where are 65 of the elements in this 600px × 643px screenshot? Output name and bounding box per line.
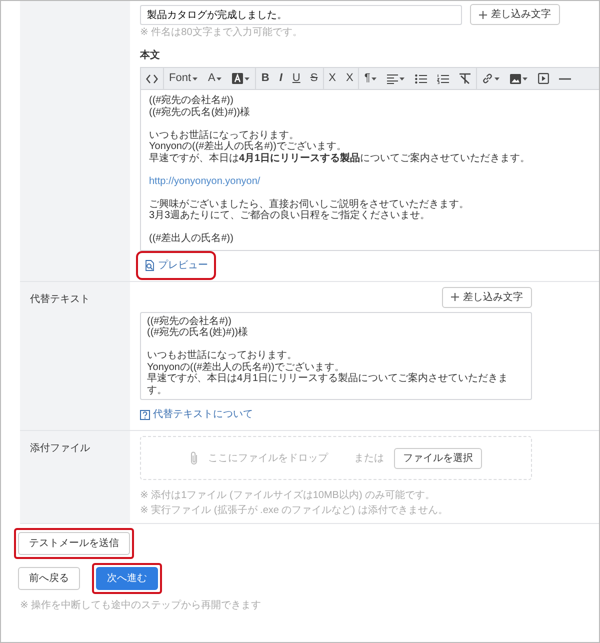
image-icon [510, 74, 522, 84]
field-label: 代替テキスト [20, 282, 130, 430]
toolbar-button[interactable]: X [324, 68, 342, 89]
caret-icon [216, 76, 222, 80]
plus-icon [479, 10, 487, 18]
url-link[interactable]: http://yonyonyon.yonyon/ [149, 176, 260, 186]
clear-format-icon [459, 73, 472, 84]
paperclip-icon [190, 451, 198, 465]
insert-text-button[interactable]: 差し込み文字 [470, 4, 560, 25]
body-text-line: いつもお世話になっております。 [149, 130, 300, 140]
resume-hint: ※ 操作を中断しても途中のステップから再開できます [20, 598, 262, 613]
align-icon [387, 74, 398, 84]
link-icon [482, 73, 494, 84]
alt-text-line: ((#宛先の氏名(姓)#))様 [147, 327, 250, 338]
toolbar-button[interactable]: U [287, 68, 306, 89]
help-icon [140, 410, 150, 420]
toolbar-button[interactable]: Font [164, 68, 204, 89]
caret-icon [399, 76, 406, 80]
body-text-line: ご興味がございましたら、直接お伺いしご説明をさせていただきます。 [149, 198, 470, 210]
caret-icon [244, 76, 250, 80]
numbered-list-icon [437, 74, 450, 84]
caret-icon [371, 76, 378, 80]
or-text: または [354, 452, 384, 466]
alt-text-field[interactable]: ((#宛先の会社名#)) ((#宛先の氏名(姓)#))様 いつもお世話になっております。 Yonyonの((#差出人の氏名#))でございます。 早速ですが、本日は4月1日にリリースする製品についてご案内させていただきます。 [140, 312, 532, 400]
send-test-email-button[interactable]: テストメールを送信 [18, 532, 130, 555]
insert-text-button[interactable]: 差し込み文字 [442, 286, 532, 308]
body-text-line: Yonyonの((#差出人の氏名#))でございます。 [149, 141, 348, 152]
toolbar-button[interactable]: B [256, 68, 274, 89]
video-icon [538, 73, 550, 84]
drop-hint: ここにファイルをドロップ [208, 452, 328, 466]
subject-field[interactable]: 製品カタログが完成しました。 [140, 4, 462, 24]
bullet-list-icon [415, 74, 428, 84]
plus-icon [451, 293, 459, 301]
attachment-note: ※ 添付は1ファイル (ファイルサイズは10MB以内) のみ可能です。 [140, 488, 436, 503]
alt-text-line: ((#宛先の会社名#)) [147, 316, 232, 326]
next-button[interactable]: 次へ進む [96, 567, 158, 590]
preview-icon [144, 260, 155, 270]
help-link[interactable]: 代替テキストについて [140, 404, 257, 425]
highlight-icon [232, 73, 244, 84]
preview-link[interactable]: プレビュー [140, 254, 212, 276]
body-text-line: ((#宛先の氏名(姓)#))様 [149, 106, 252, 118]
alt-text-line: 早速ですが、本日は4月1日にリリースする製品についてご案内させていただきます。 [147, 373, 510, 396]
toolbar-button[interactable]: I [274, 68, 288, 89]
drop-zone[interactable]: ここにファイルをドロップ または ファイルを選択 [140, 436, 532, 480]
toolbar-button[interactable]: S [305, 68, 324, 89]
body-text-line: 早速ですが、本日は4月1日にリリースする製品についてご案内させていただきます。 [149, 152, 532, 164]
body-text-line: ((#差出人の氏名#)) [149, 233, 234, 244]
attachment-note: ※ 実行ファイル (拡張子が .exe のファイルなど) は添付できません。 [140, 504, 449, 518]
toolbar-button[interactable]: ¶ [359, 68, 382, 89]
body-text-line: ((#宛先の会社名#)) [149, 95, 234, 106]
caret-icon [522, 76, 528, 80]
caret-icon [494, 76, 500, 80]
subject-hint: ※ 件名は80文字まで入力可能です。 [140, 26, 304, 40]
body-text-line: 3月3週あたりにて、ご都合の良い日程をご指定くださいませ。 [149, 210, 432, 222]
horizontal-rule-icon [559, 78, 572, 80]
code-icon [146, 74, 158, 84]
body-label: 本文 [140, 48, 161, 63]
toolbar-button[interactable]: X [341, 68, 360, 89]
alt-text-line: いつもお世話になっております。 [147, 350, 298, 362]
field-label: 添付ファイル [20, 431, 130, 523]
back-button[interactable]: 前へ戻る [18, 567, 80, 590]
alt-text-line: Yonyonの((#差出人の氏名#))でございます。 [147, 362, 346, 372]
caret-icon [192, 76, 198, 80]
toolbar-button[interactable]: A [203, 68, 228, 89]
select-file-button[interactable]: ファイルを選択 [394, 448, 482, 468]
